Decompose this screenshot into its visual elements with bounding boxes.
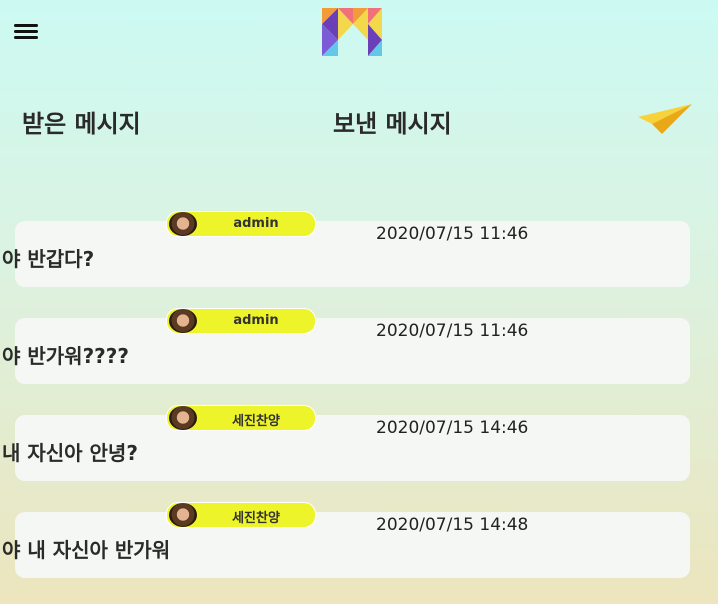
message-text: 야 반갑다? [2, 247, 95, 271]
message-text: 야 내 자신아 반가워 [2, 538, 171, 562]
avatar [169, 309, 197, 333]
sender-name: admin [233, 216, 279, 231]
message-timestamp: 2020/07/15 14:46 [376, 418, 529, 438]
message-timestamp: 2020/07/15 11:46 [376, 321, 529, 341]
m-logo-icon[interactable] [322, 8, 384, 56]
avatar [169, 406, 197, 430]
list-item: 내 자신아 안녕? 세진찬양 2020/07/15 14:46 [0, 401, 718, 491]
sender-badge[interactable]: admin [166, 211, 316, 237]
hamburger-menu-icon[interactable] [14, 24, 38, 40]
tab-received-messages[interactable]: 받은 메시지 [22, 104, 141, 139]
message-text: 야 반가워???? [2, 344, 129, 368]
paper-plane-icon[interactable] [638, 102, 692, 136]
message-text: 내 자신아 안녕? [2, 441, 138, 465]
list-item: 야 반갑다? admin 2020/07/15 11:46 [0, 207, 718, 297]
list-item: 야 반가워???? admin 2020/07/15 11:46 [0, 304, 718, 394]
message-timestamp: 2020/07/15 11:46 [376, 224, 529, 244]
sender-name: 세진찬양 [232, 414, 280, 429]
avatar [169, 503, 197, 527]
tab-sent-messages[interactable]: 보낸 메시지 [333, 104, 452, 139]
message-card[interactable] [15, 221, 690, 287]
list-item: 야 내 자신아 반가워 세진찬양 2020/07/15 14:48 [0, 498, 718, 588]
message-timestamp: 2020/07/15 14:48 [376, 515, 529, 535]
sender-badge[interactable]: 세진찬양 [166, 405, 316, 431]
sender-name: 세진찬양 [232, 511, 280, 526]
avatar [169, 212, 197, 236]
sender-badge[interactable]: admin [166, 308, 316, 334]
sender-name: admin [233, 313, 279, 328]
sender-badge[interactable]: 세진찬양 [166, 502, 316, 528]
